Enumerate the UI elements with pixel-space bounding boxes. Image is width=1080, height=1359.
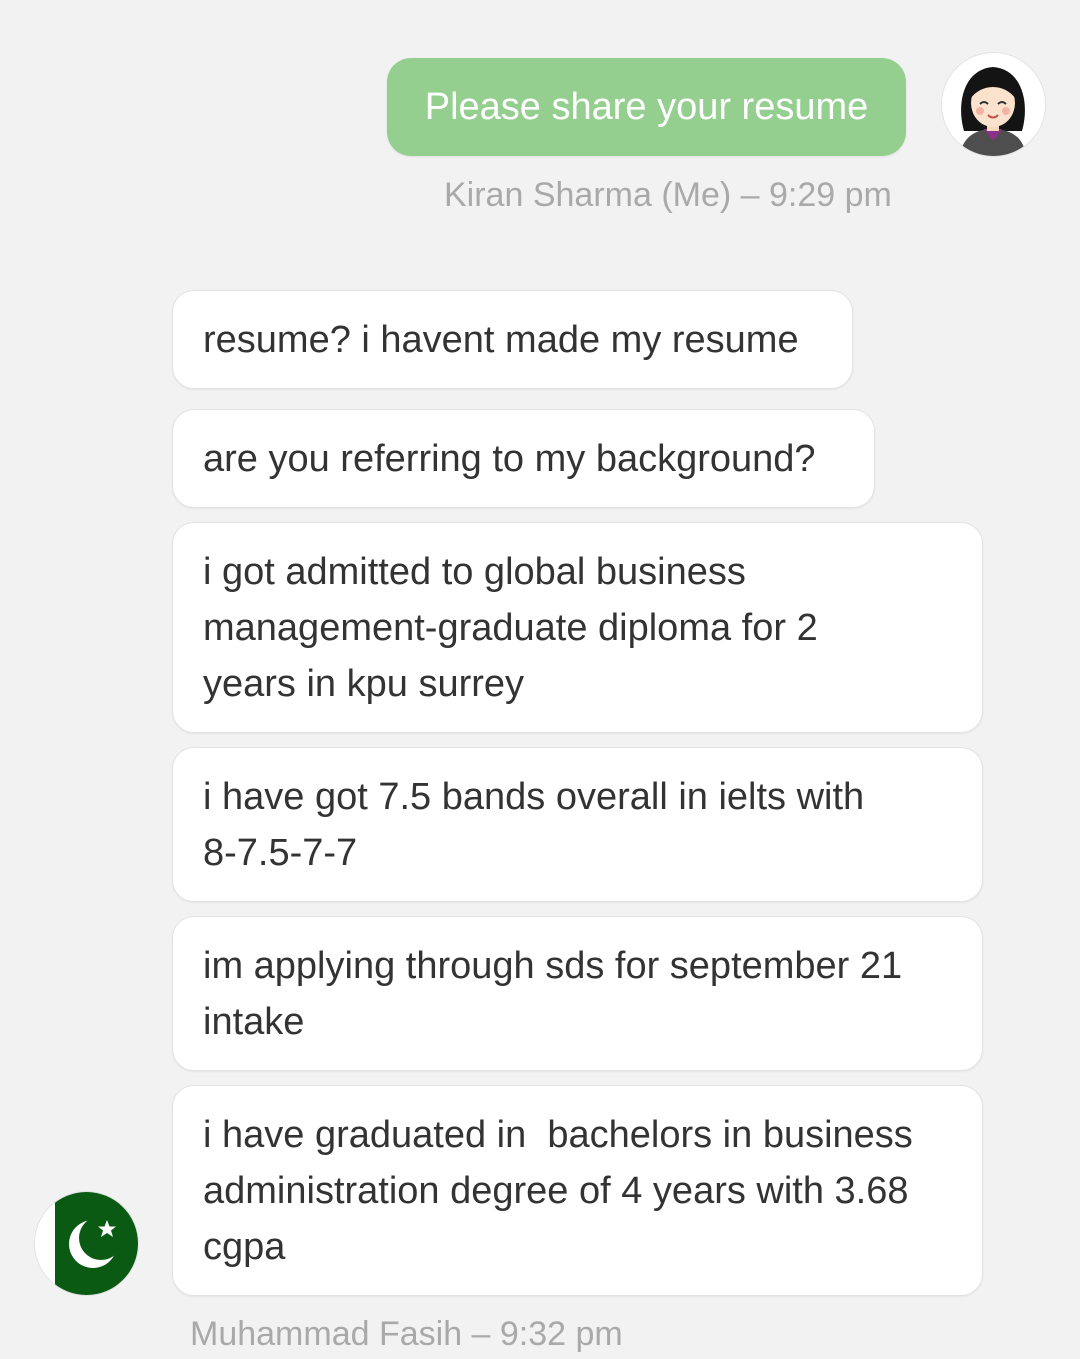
received-message-bubble[interactable]: are you referring to my background?: [172, 409, 875, 508]
sent-message-text: Please share your resume: [424, 85, 869, 128]
woman-avatar-icon[interactable]: [942, 53, 1045, 156]
received-message-text: are you referring to my background?: [203, 437, 816, 480]
received-message-bubble[interactable]: i got admitted to global business manage…: [172, 522, 983, 733]
received-message-meta: Muhammad Fasih – 9:32 pm: [190, 1315, 623, 1353]
received-message-bubble[interactable]: i have graduated in bachelors in busines…: [172, 1085, 983, 1296]
received-message-text: i have got 7.5 bands overall in ielts wi…: [203, 775, 865, 874]
sent-message-bubble[interactable]: Please share your resume: [387, 58, 906, 156]
sent-message-meta: Kiran Sharma (Me) – 9:29 pm: [444, 176, 892, 214]
received-message-text: i have graduated in bachelors in busines…: [203, 1113, 913, 1268]
received-message-text: resume? i havent made my resume: [203, 318, 799, 361]
received-message-bubble[interactable]: i have got 7.5 bands overall in ielts wi…: [172, 747, 983, 902]
received-message-text: i got admitted to global business manage…: [203, 550, 818, 705]
received-message-bubble[interactable]: im applying through sds for september 21…: [172, 916, 983, 1071]
pakistan-flag-icon[interactable]: [35, 1192, 138, 1295]
received-message-bubble[interactable]: resume? i havent made my resume: [172, 290, 853, 389]
received-message-text: im applying through sds for september 21…: [203, 944, 903, 1043]
